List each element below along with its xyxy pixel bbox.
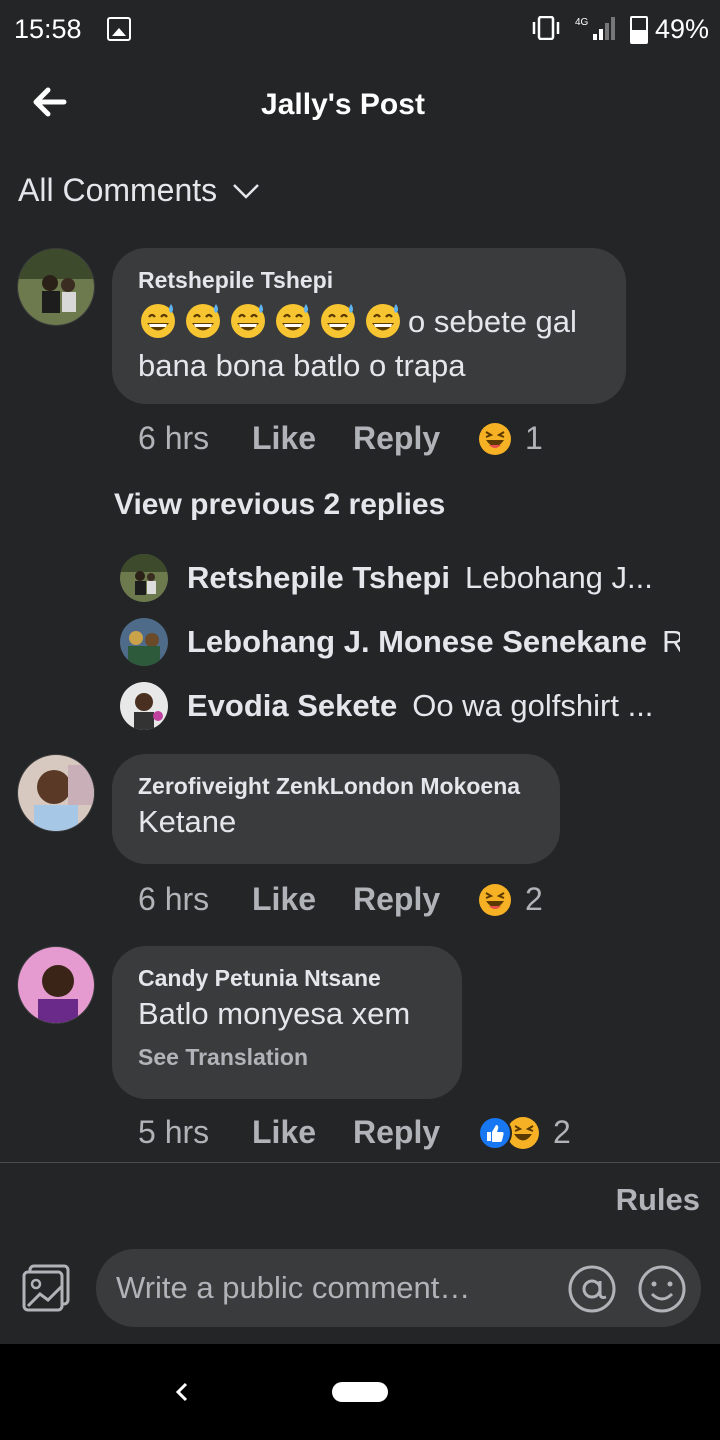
reply-author: Lebohang J. Monese Senekane: [187, 624, 647, 659]
view-previous-replies-link[interactable]: View previous 2 replies: [114, 488, 445, 522]
reply-preview[interactable]: Retshepile Tshepi Lebohang J...: [120, 554, 680, 602]
vibrate-icon: [532, 16, 560, 40]
photo-attach-icon[interactable]: [20, 1262, 72, 1314]
avatar[interactable]: [17, 754, 95, 832]
reaction-count[interactable]: 1: [525, 420, 543, 457]
reply-preview[interactable]: Lebohang J. Monese Senekane R: [120, 618, 680, 666]
grinning-sweat-emoji: [366, 304, 400, 338]
comment-text: Batlo monyesa xem: [138, 996, 411, 1031]
chevron-down-icon: [233, 183, 260, 199]
reply-button[interactable]: Reply: [353, 881, 461, 918]
comment-author[interactable]: Retshepile Tshepi: [138, 266, 600, 294]
grinning-sweat-emoji: [321, 304, 355, 338]
comment-time: 6 hrs: [138, 881, 210, 917]
page-title: Jally's Post: [261, 88, 425, 121]
like-button[interactable]: Like: [252, 881, 353, 918]
filter-label: All Comments: [18, 172, 218, 208]
comment-actions: 6 hrs Like Reply 1: [138, 420, 543, 457]
network-type-label: 4G: [575, 17, 589, 28]
divider: [0, 1162, 720, 1163]
like-button[interactable]: Like: [252, 420, 353, 457]
signal-icon: 4G: [575, 17, 615, 40]
avatar-photo: [18, 755, 94, 831]
battery-level: [632, 30, 646, 42]
reply-text: Oo wa golfshirt ...: [412, 688, 654, 723]
comment-text: Ketane: [138, 804, 237, 839]
avatar[interactable]: [17, 248, 95, 326]
comment-author[interactable]: Zerofiveight ZenkLondon Mokoena: [138, 772, 534, 800]
reply-text: R: [662, 624, 680, 660]
avatar[interactable]: [17, 946, 95, 1024]
grinning-sweat-emoji: [141, 304, 175, 338]
image-notification-icon: [107, 17, 131, 41]
avatar: [120, 554, 168, 602]
battery-percent: 49%: [655, 14, 710, 44]
status-time: 15:58: [14, 14, 82, 44]
grinning-sweat-emoji: [186, 304, 220, 338]
like-haha-reactions-icon[interactable]: [477, 1115, 541, 1151]
reaction-count[interactable]: 2: [525, 881, 543, 918]
like-button[interactable]: Like: [252, 1114, 353, 1151]
system-nav-bar: [0, 1344, 720, 1440]
grinning-sweat-emoji: [231, 304, 265, 338]
rules-link[interactable]: Rules: [616, 1182, 700, 1218]
haha-reaction-icon[interactable]: [477, 421, 513, 457]
avatar: [120, 618, 168, 666]
status-bar: 15:58 4G 49%: [0, 0, 720, 60]
avatar-photo: [18, 249, 94, 325]
comment-bubble[interactable]: Candy Petunia Ntsane Batlo monyesa xem S…: [112, 946, 462, 1099]
reply-text: Lebohang J...: [465, 560, 653, 595]
comment-time: 6 hrs: [138, 420, 210, 456]
grinning-sweat-emoji: [276, 304, 310, 338]
comment-text: o sebete gal bana bona batlo o trapa: [138, 300, 600, 388]
avatar: [120, 682, 168, 730]
comment-actions: 5 hrs Like Reply 2: [138, 1114, 571, 1151]
comments-filter-dropdown[interactable]: All Comments: [18, 172, 261, 209]
reply-preview[interactable]: Evodia Sekete Oo wa golfshirt ...: [120, 682, 680, 730]
avatar-photo: [18, 947, 94, 1023]
reply-author: Evodia Sekete: [187, 688, 398, 723]
comment-bubble[interactable]: Retshepile Tshepi o sebete gal bana bona…: [112, 248, 626, 404]
haha-reaction-icon[interactable]: [477, 882, 513, 918]
nav-home-pill[interactable]: [332, 1382, 388, 1402]
reaction-count[interactable]: 2: [553, 1114, 571, 1151]
reply-button[interactable]: Reply: [353, 420, 461, 457]
comment-time: 5 hrs: [138, 1114, 210, 1150]
nav-back-icon[interactable]: [170, 1374, 194, 1410]
battery-icon: [630, 16, 648, 44]
comment-input[interactable]: [116, 1249, 556, 1327]
mention-icon[interactable]: [566, 1263, 618, 1315]
comment-author[interactable]: Candy Petunia Ntsane: [138, 964, 436, 992]
reply-author: Retshepile Tshepi: [187, 560, 450, 595]
grinning-sweat-emoji-row: [138, 304, 408, 339]
see-translation-link[interactable]: See Translation: [138, 1044, 436, 1071]
comment-composer[interactable]: [96, 1249, 701, 1327]
comment-bubble[interactable]: Zerofiveight ZenkLondon Mokoena Ketane: [112, 754, 560, 864]
reply-button[interactable]: Reply: [353, 1114, 461, 1151]
emoji-icon[interactable]: [636, 1263, 688, 1315]
comment-actions: 6 hrs Like Reply 2: [138, 881, 543, 918]
